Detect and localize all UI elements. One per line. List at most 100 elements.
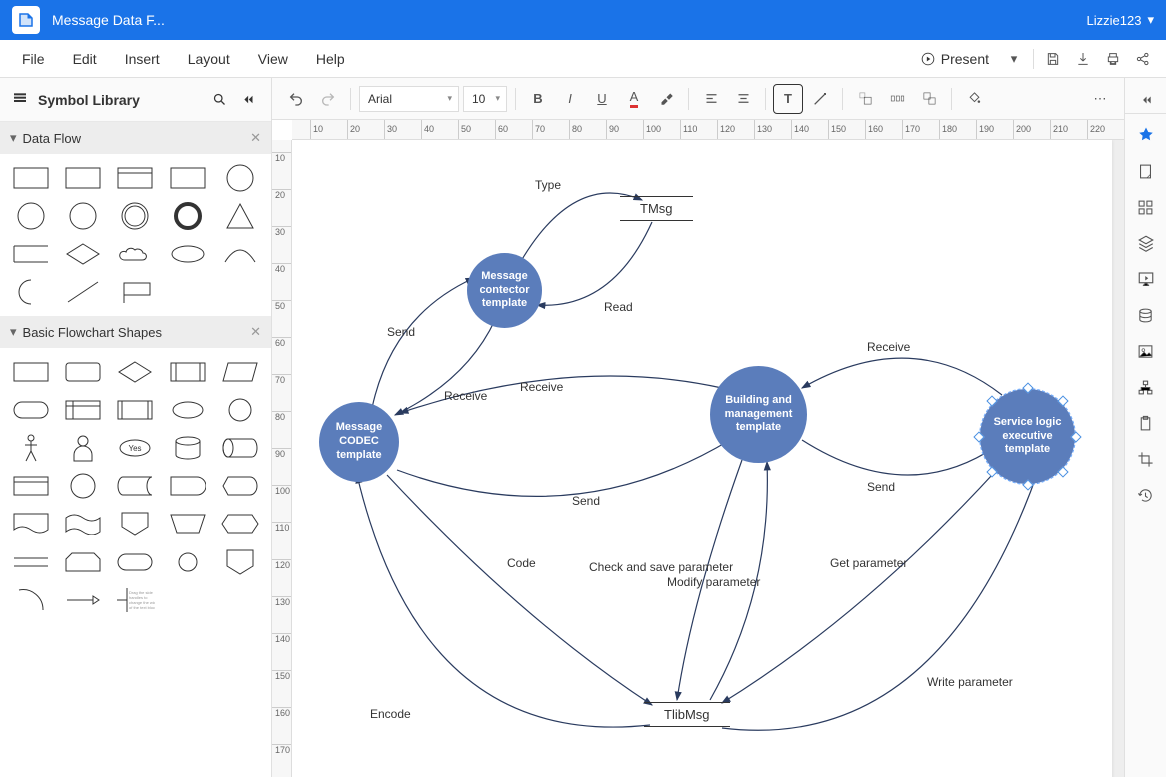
shape-arc[interactable] (217, 238, 263, 270)
canvas-page[interactable]: TMsg TlibMsg Message contector template … (292, 140, 1112, 777)
app-logo[interactable] (12, 6, 40, 34)
shape-data[interactable] (217, 356, 263, 388)
shape-offpage[interactable] (112, 508, 158, 540)
highlight-button[interactable] (652, 85, 680, 113)
shape-circle[interactable] (217, 162, 263, 194)
crop-panel-icon[interactable] (1131, 444, 1161, 474)
shape-flag[interactable] (112, 276, 158, 308)
apps-panel-icon[interactable] (1131, 192, 1161, 222)
node-contector[interactable]: Message contector template (467, 253, 542, 328)
shape-predefined[interactable] (112, 394, 158, 426)
bold-button[interactable]: B (524, 85, 552, 113)
image-panel-icon[interactable] (1131, 336, 1161, 366)
shape-card2[interactable] (8, 470, 54, 502)
align-objects-button[interactable] (851, 85, 879, 113)
menu-view[interactable]: View (244, 45, 302, 73)
shape-half-circle[interactable] (8, 276, 54, 308)
font-family-select[interactable]: Arial (359, 86, 459, 112)
shape-circle-big[interactable] (60, 470, 106, 502)
shape-manual-op[interactable] (165, 508, 211, 540)
italic-button[interactable]: I (556, 85, 584, 113)
section-basic-flowchart[interactable]: ▾ Basic Flowchart Shapes ✕ (0, 316, 271, 348)
fill-button[interactable] (960, 85, 988, 113)
shape-internal-storage[interactable] (60, 394, 106, 426)
canvas-scroll[interactable]: TMsg TlibMsg Message contector template … (292, 140, 1124, 777)
font-size-select[interactable]: 10 (463, 86, 507, 112)
underline-button[interactable]: U (588, 85, 616, 113)
shape-triangle[interactable] (217, 200, 263, 232)
shape-double-circle[interactable] (112, 200, 158, 232)
shape-terminator[interactable] (8, 394, 54, 426)
shape-ellipse-2[interactable] (165, 394, 211, 426)
layers-panel-icon[interactable] (1131, 228, 1161, 258)
node-service[interactable]: Service logic executive template (980, 389, 1075, 484)
shape-loop-limit[interactable] (60, 546, 106, 578)
export-button[interactable] (1068, 44, 1098, 74)
shape-rect2[interactable] (60, 162, 106, 194)
history-panel-icon[interactable] (1131, 480, 1161, 510)
theme-panel-icon[interactable] (1131, 120, 1161, 150)
present-button[interactable]: Present (911, 47, 999, 71)
shape-tape[interactable] (60, 508, 106, 540)
shape-circle3[interactable] (60, 200, 106, 232)
share-button[interactable] (1128, 44, 1158, 74)
present-dropdown[interactable]: ▾ (999, 44, 1029, 74)
shape-thick-circle[interactable] (165, 200, 211, 232)
shape-small-circle[interactable] (165, 546, 211, 578)
shape-pill[interactable] (112, 546, 158, 578)
shape-offpage2[interactable] (217, 546, 263, 578)
shape-display[interactable] (217, 470, 263, 502)
shape-preparation[interactable] (217, 508, 263, 540)
shape-line[interactable] (60, 276, 106, 308)
align-h-button[interactable] (697, 85, 725, 113)
shape-ellipse[interactable] (165, 238, 211, 270)
shape-document[interactable] (8, 508, 54, 540)
redo-button[interactable] (314, 85, 342, 113)
shape-yes[interactable]: Yes (112, 432, 158, 464)
align-v-button[interactable] (729, 85, 757, 113)
shape-rect[interactable] (8, 162, 54, 194)
shape-arrow[interactable] (60, 584, 106, 616)
datastore-tlibmsg[interactable]: TlibMsg (644, 702, 730, 727)
user-menu[interactable]: Lizzie123 ▾ (1087, 12, 1154, 28)
shape-cloud[interactable] (112, 238, 158, 270)
shape-circle2[interactable] (8, 200, 54, 232)
shape-user[interactable] (60, 432, 106, 464)
node-codec[interactable]: Message CODEC template (319, 402, 399, 482)
close-icon[interactable]: ✕ (250, 324, 261, 340)
datastore-tmsg[interactable]: TMsg (620, 196, 693, 221)
save-button[interactable] (1038, 44, 1068, 74)
shape-actor[interactable] (8, 432, 54, 464)
page-panel-icon[interactable] (1131, 156, 1161, 186)
collapse-sidebar-icon[interactable] (235, 88, 259, 112)
shape-delay[interactable] (165, 470, 211, 502)
print-button[interactable] (1098, 44, 1128, 74)
shape-database[interactable] (165, 432, 211, 464)
sitemap-panel-icon[interactable] (1131, 372, 1161, 402)
shape-subprocess[interactable] (165, 356, 211, 388)
shape-quarter-arc[interactable] (8, 584, 54, 616)
present-panel-icon[interactable] (1131, 264, 1161, 294)
shape-stored[interactable] (112, 470, 158, 502)
shape-open-rect[interactable] (8, 238, 54, 270)
search-icon[interactable] (207, 88, 231, 112)
menu-help[interactable]: Help (302, 45, 359, 73)
menu-file[interactable]: File (8, 45, 59, 73)
node-building[interactable]: Building and management template (710, 366, 807, 463)
close-icon[interactable]: ✕ (250, 130, 261, 146)
expand-panel-icon[interactable] (1125, 86, 1166, 114)
menu-layout[interactable]: Layout (174, 45, 244, 73)
font-color-button[interactable]: A (620, 85, 648, 113)
shape-rounded[interactable] (60, 356, 106, 388)
shape-diamond[interactable] (60, 238, 106, 270)
shape-rect3[interactable] (165, 162, 211, 194)
data-panel-icon[interactable] (1131, 300, 1161, 330)
distribute-button[interactable] (883, 85, 911, 113)
shape-parallel[interactable] (8, 546, 54, 578)
shape-annotation[interactable]: Drag the sidehandles tochange the widtho… (112, 584, 158, 616)
section-data-flow[interactable]: ▾ Data Flow ✕ (0, 122, 271, 154)
undo-button[interactable] (282, 85, 310, 113)
menu-edit[interactable]: Edit (59, 45, 111, 73)
connector-tool-button[interactable] (806, 85, 834, 113)
text-tool-button[interactable]: T (774, 85, 802, 113)
